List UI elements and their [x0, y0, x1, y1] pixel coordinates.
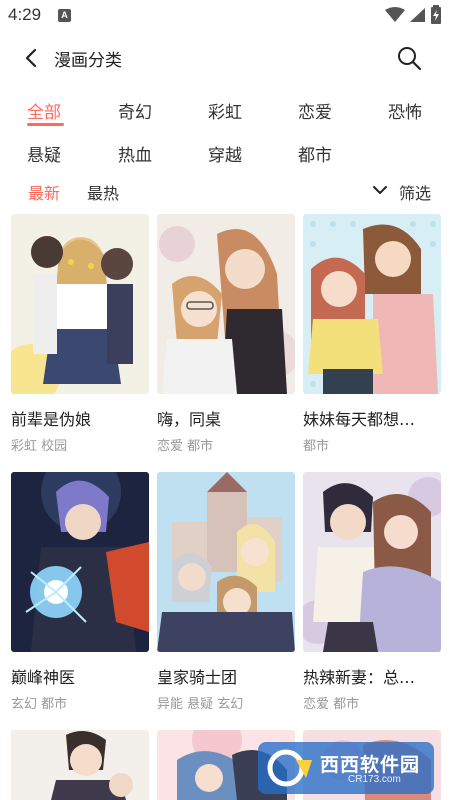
comic-tags: 恋爱 都市 — [157, 439, 214, 454]
comic-cover[interactable] — [11, 472, 149, 652]
page-title: 漫画分类 — [54, 51, 122, 71]
comic-tags: 玄幻 都市 — [11, 697, 68, 712]
comic-cover[interactable] — [11, 214, 149, 394]
category-tab-mystery[interactable]: 悬疑 — [27, 141, 61, 166]
comic-cover[interactable] — [303, 214, 441, 394]
comic-card[interactable]: 巅峰神医 玄幻 都市 — [11, 472, 149, 712]
comic-cover[interactable] — [157, 472, 295, 652]
sort-bar: 最新 最热 筛选 — [0, 177, 450, 207]
filter-button[interactable]: 筛选 — [372, 177, 442, 205]
category-tab-romance[interactable]: 恋爱 — [298, 98, 332, 123]
watermark-brand: 西西软件园 — [320, 754, 421, 776]
comic-tags: 都市 — [303, 439, 330, 454]
comic-title: 巅峰神医 — [11, 668, 76, 687]
notification-icon: A — [58, 9, 71, 22]
sort-latest[interactable]: 最新 — [28, 180, 60, 204]
category-tab-fantasy[interactable]: 奇幻 — [118, 98, 152, 123]
app-header: 漫画分类 — [0, 38, 450, 78]
comic-tags: 恋爱 都市 — [303, 697, 360, 712]
category-tab-all[interactable]: 全部 — [27, 98, 61, 123]
category-tab-urban[interactable]: 都市 — [298, 141, 332, 166]
comic-title: 热辣新妻：总… — [303, 668, 416, 687]
signal-icon — [410, 8, 425, 22]
filter-label: 筛选 — [399, 184, 432, 203]
comic-title: 妹妹每天都想… — [303, 410, 416, 429]
category-tabs: 全部 奇幻 彩虹 恋爱 恐怖 悬疑 热血 穿越 都市 — [0, 92, 450, 176]
chevron-down-icon — [373, 186, 387, 194]
comic-cover[interactable] — [157, 214, 295, 394]
brand-logo-icon — [267, 749, 312, 787]
category-tab-timetravel[interactable]: 穿越 — [208, 141, 242, 166]
comic-card[interactable]: 热辣新妻：总… 恋爱 都市 — [303, 472, 441, 712]
comic-title: 前辈是伪娘 — [11, 410, 92, 429]
comic-cover[interactable] — [11, 730, 149, 800]
sort-hottest[interactable]: 最热 — [87, 180, 119, 204]
status-time: 4:29 — [8, 5, 42, 24]
comic-card[interactable]: 妹妹每天都想… 都市 — [303, 214, 441, 454]
search-icon[interactable] — [394, 43, 424, 73]
active-tab-indicator — [27, 123, 64, 126]
wifi-icon — [385, 7, 405, 22]
category-tab-horror[interactable]: 恐怖 — [388, 98, 422, 123]
watermark-url: CR173.com — [348, 774, 401, 785]
comic-tags: 异能 悬疑 玄幻 — [157, 697, 244, 712]
battery-icon — [431, 5, 441, 24]
comic-title: 嗨，同桌 — [157, 410, 222, 429]
comic-title: 皇家骑士团 — [157, 668, 238, 687]
comic-tags: 彩虹 校园 — [11, 439, 68, 454]
category-tab-rainbow[interactable]: 彩虹 — [208, 98, 242, 123]
comic-cover[interactable] — [303, 472, 441, 652]
comic-card[interactable]: 嗨，同桌 恋爱 都市 — [157, 214, 295, 454]
watermark-badge: 西西软件园 CR173.com — [258, 742, 434, 794]
status-bar: 4:29 A — [0, 0, 450, 32]
category-tab-action[interactable]: 热血 — [118, 141, 152, 166]
comic-card[interactable]: 皇家骑士团 异能 悬疑 玄幻 — [157, 472, 295, 712]
back-icon[interactable] — [18, 44, 46, 72]
comic-card[interactable]: 前辈是伪娘 彩虹 校园 — [11, 214, 149, 454]
